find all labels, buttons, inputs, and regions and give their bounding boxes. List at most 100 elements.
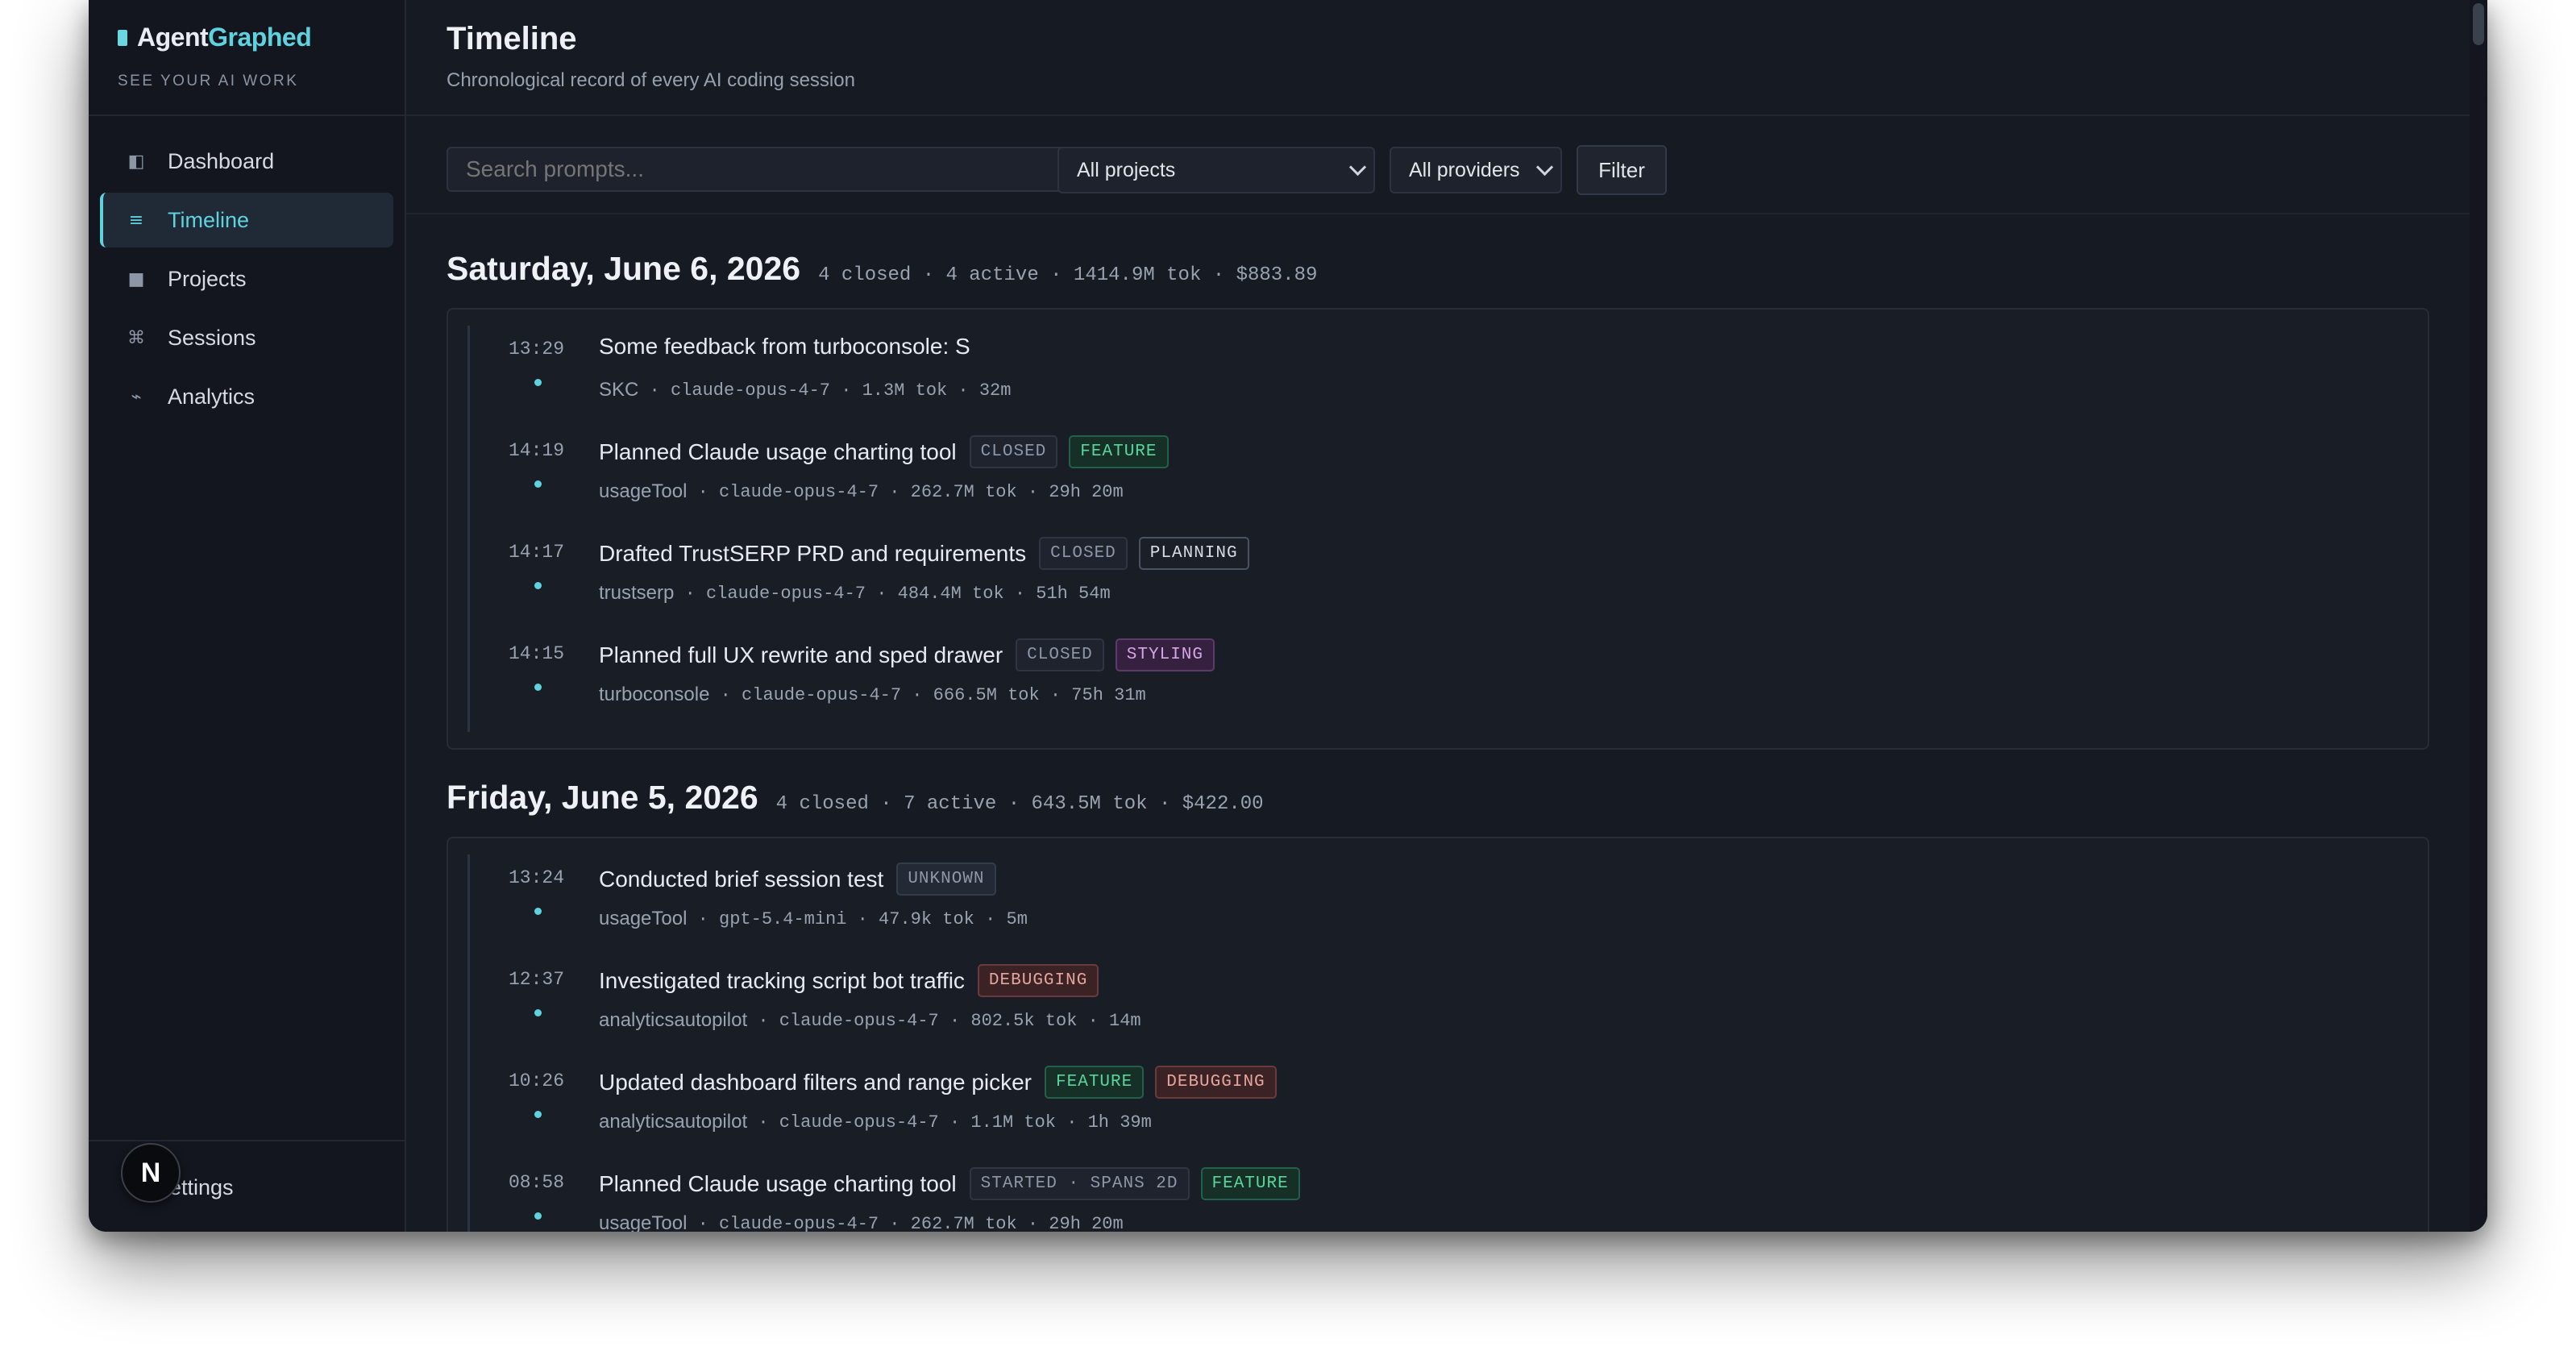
- session-row[interactable]: 13:24 Conducted brief session test UNKNO…: [467, 854, 2428, 956]
- day-group: Friday, June 5, 2026 4 closed · 7 active…: [447, 779, 2429, 1232]
- session-title-row: Drafted TrustSERP PRD and requirements C…: [599, 537, 1261, 570]
- sidebar-item-label: Projects: [168, 266, 247, 291]
- sidebar-item-timeline[interactable]: ≡ Timeline: [100, 193, 393, 247]
- session-title-row: Conducted brief session test UNKNOWN: [599, 863, 1008, 896]
- session-row[interactable]: 14:19 Planned Claude usage charting tool…: [467, 427, 2428, 529]
- timeline-icon: ≡: [128, 210, 144, 231]
- page-subtitle: Chronological record of every AI coding …: [447, 69, 855, 91]
- day-title: Saturday, June 6, 2026: [447, 250, 801, 287]
- projects-icon: ■: [127, 268, 145, 289]
- session-time: 08:58: [509, 1172, 565, 1193]
- session-title: Some feedback from turboconsole: S: [599, 334, 970, 359]
- timeline-dot: [534, 379, 542, 386]
- timeline-dot: [534, 582, 542, 589]
- app-window: AgentGraphed SEE YOUR AI WORK ◧ Dashboar…: [89, 0, 2487, 1232]
- session-meta: usageTool · claude-opus-4-7 · 262.7M tok…: [599, 1212, 1124, 1232]
- session-row[interactable]: 08:58 Planned Claude usage charting tool…: [467, 1159, 2428, 1232]
- filter-button[interactable]: Filter: [1577, 145, 1667, 195]
- timeline-dot: [534, 684, 542, 691]
- session-row[interactable]: 14:15 Planned full UX rewrite and sped d…: [467, 630, 2428, 732]
- category-badge: STYLING: [1115, 638, 1215, 671]
- session-meta: turboconsole · claude-opus-4-7 · 666.5M …: [599, 684, 1146, 706]
- sidebar-footer: ⚙ Settings N: [89, 1140, 405, 1232]
- session-details: · claude-opus-4-7 · 262.7M tok · 29h 20m: [687, 1213, 1124, 1233]
- day-summary: 4 closed · 4 active · 1414.9M tok · $883…: [818, 264, 1318, 286]
- sidebar-item-dashboard[interactable]: ◧ Dashboard: [100, 134, 393, 189]
- session-details: · claude-opus-4-7 · 666.5M tok · 75h 31m: [709, 684, 1146, 705]
- session-project: turboconsole: [599, 684, 710, 705]
- session-title-row: Planned Claude usage charting tool CLOSE…: [599, 435, 1180, 468]
- session-project: usageTool: [599, 908, 688, 929]
- filter-bar: All projects All providers Filter: [406, 116, 2470, 214]
- status-badge: CLOSED: [1039, 537, 1128, 570]
- session-time: 13:29: [509, 339, 565, 360]
- dashboard-icon: ◧: [127, 151, 145, 172]
- provider-select[interactable]: All providers: [1390, 147, 1562, 193]
- session-title-row: Planned Claude usage charting tool START…: [599, 1167, 1311, 1200]
- category-badge: DEBUGGING: [1155, 1066, 1277, 1099]
- sidebar-item-analytics[interactable]: ⌁ Analytics: [100, 369, 393, 424]
- session-project: analyticsautopilot: [599, 1009, 748, 1031]
- session-details: · claude-opus-4-7 · 484.4M tok · 51h 54m: [674, 583, 1111, 604]
- session-time: 13:24: [509, 867, 565, 888]
- session-card: 13:29 Some feedback from turboconsole: S…: [447, 308, 2429, 750]
- dev-tools-badge[interactable]: N: [121, 1143, 181, 1203]
- sidebar-item-label: Analytics: [168, 384, 256, 409]
- brand-accent: Graphed: [208, 23, 312, 52]
- page-title: Timeline: [447, 21, 577, 56]
- session-project: usageTool: [599, 1212, 688, 1232]
- session-title-row: Some feedback from turboconsole: S: [599, 334, 983, 360]
- category-badge: FEATURE: [1045, 1066, 1145, 1099]
- brand-icon: [118, 29, 127, 46]
- session-title-row: Investigated tracking script bot traffic…: [599, 964, 1110, 997]
- chevron-down-icon: [1348, 158, 1367, 177]
- session-meta: SKC · claude-opus-4-7 · 1.3M tok · 32m: [599, 379, 1011, 401]
- session-meta: analyticsautopilot · claude-opus-4-7 · 1…: [599, 1111, 1152, 1133]
- status-badge: CLOSED: [969, 435, 1058, 468]
- session-title: Conducted brief session test: [599, 866, 884, 892]
- sidebar-item-sessions[interactable]: ⌘ Sessions: [100, 310, 393, 365]
- session-title-row: Updated dashboard filters and range pick…: [599, 1066, 1288, 1099]
- session-time: 14:19: [509, 440, 565, 461]
- search-input[interactable]: [447, 147, 1080, 192]
- sidebar-item-projects[interactable]: ■ Projects: [100, 251, 393, 306]
- category-badge: DEBUGGING: [977, 964, 1099, 997]
- category-badge: PLANNING: [1138, 537, 1249, 570]
- timeline-dot: [534, 1212, 542, 1220]
- scrollbar[interactable]: [2470, 0, 2487, 1232]
- scrollbar-thumb[interactable]: [2473, 3, 2484, 45]
- analytics-icon: ⌁: [131, 386, 142, 407]
- session-row[interactable]: 13:29 Some feedback from turboconsole: S…: [467, 326, 2428, 427]
- provider-select-value: All providers: [1409, 158, 1520, 181]
- session-card: 13:24 Conducted brief session test UNKNO…: [447, 837, 2429, 1232]
- category-badge: UNKNOWN: [896, 863, 996, 896]
- session-row[interactable]: 12:37 Investigated tracking script bot t…: [467, 956, 2428, 1058]
- project-select-value: All projects: [1077, 158, 1176, 181]
- session-title: Planned full UX rewrite and sped drawer: [599, 642, 1003, 667]
- session-meta: usageTool · claude-opus-4-7 · 262.7M tok…: [599, 480, 1124, 503]
- brand-name: AgentGraphed: [137, 23, 312, 52]
- session-title: Investigated tracking script bot traffic: [599, 967, 965, 993]
- sidebar: AgentGraphed SEE YOUR AI WORK ◧ Dashboar…: [89, 0, 406, 1232]
- sidebar-item-label: Sessions: [168, 325, 256, 350]
- timeline-dot: [534, 908, 542, 915]
- project-select[interactable]: All projects: [1057, 147, 1375, 193]
- session-project: SKC: [599, 379, 639, 401]
- main-content: Timeline Chronological record of every A…: [406, 0, 2487, 1232]
- session-time: 14:17: [509, 542, 565, 563]
- sidebar-divider: [89, 114, 405, 116]
- status-badge: STARTED · SPANS 2D: [969, 1167, 1190, 1200]
- session-meta: usageTool · gpt-5.4-mini · 47.9k tok · 5…: [599, 908, 1028, 930]
- session-title: Planned Claude usage charting tool: [599, 1170, 957, 1196]
- category-badge: FEATURE: [1069, 435, 1169, 468]
- brand-tagline: SEE YOUR AI WORK: [118, 73, 299, 89]
- session-row[interactable]: 10:26 Updated dashboard filters and rang…: [467, 1058, 2428, 1159]
- session-time: 10:26: [509, 1070, 565, 1091]
- status-badge: CLOSED: [1016, 638, 1104, 671]
- session-meta: trustserp · claude-opus-4-7 · 484.4M tok…: [599, 582, 1111, 605]
- session-row[interactable]: 14:17 Drafted TrustSERP PRD and requirem…: [467, 529, 2428, 630]
- day-title: Friday, June 5, 2026: [447, 779, 758, 816]
- category-badge: FEATURE: [1200, 1167, 1300, 1200]
- brand-logo[interactable]: AgentGraphed: [118, 23, 312, 52]
- day-header: Saturday, June 6, 2026 4 closed · 4 acti…: [447, 250, 2429, 298]
